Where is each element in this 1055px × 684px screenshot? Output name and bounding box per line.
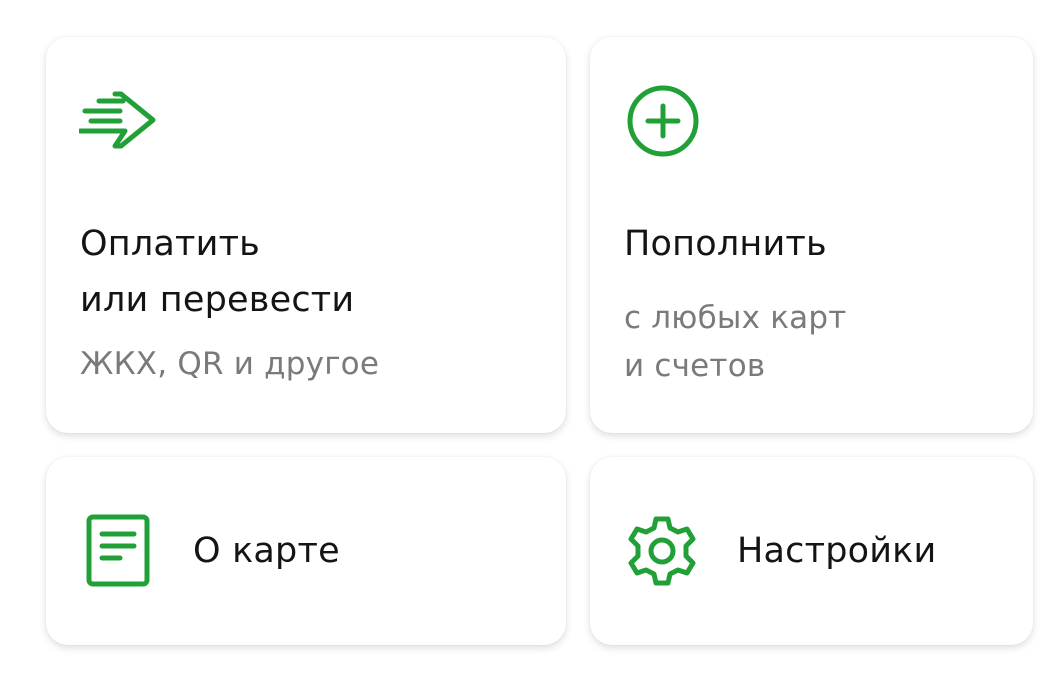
top-up-title: Пополнить [624,224,827,264]
pay-subtitle: ЖКХ, QR и другое [80,346,380,382]
top-up-card[interactable]: Пополнить с любых карт и счетов [590,37,1033,433]
pay-title-line2: или перевести [80,280,355,320]
gear-icon [626,515,698,587]
pay-title: Оплатить или перевести [80,216,354,328]
document-icon [86,514,152,588]
settings-label: Настройки [737,531,937,571]
send-arrow-icon [79,89,159,153]
settings-button[interactable]: Настройки [590,457,1033,645]
top-up-subtitle: с любых карт и счетов [624,294,984,390]
about-card-label: О карте [193,531,340,571]
top-up-subtitle-line1: с любых карт [624,300,847,336]
about-card-button[interactable]: О карте [46,457,566,645]
plus-circle-icon [626,84,700,158]
pay-or-transfer-card[interactable]: Оплатить или перевести ЖКХ, QR и другое [46,37,566,433]
pay-title-line1: Оплатить [80,224,261,264]
top-up-subtitle-line2: и счетов [624,348,766,384]
